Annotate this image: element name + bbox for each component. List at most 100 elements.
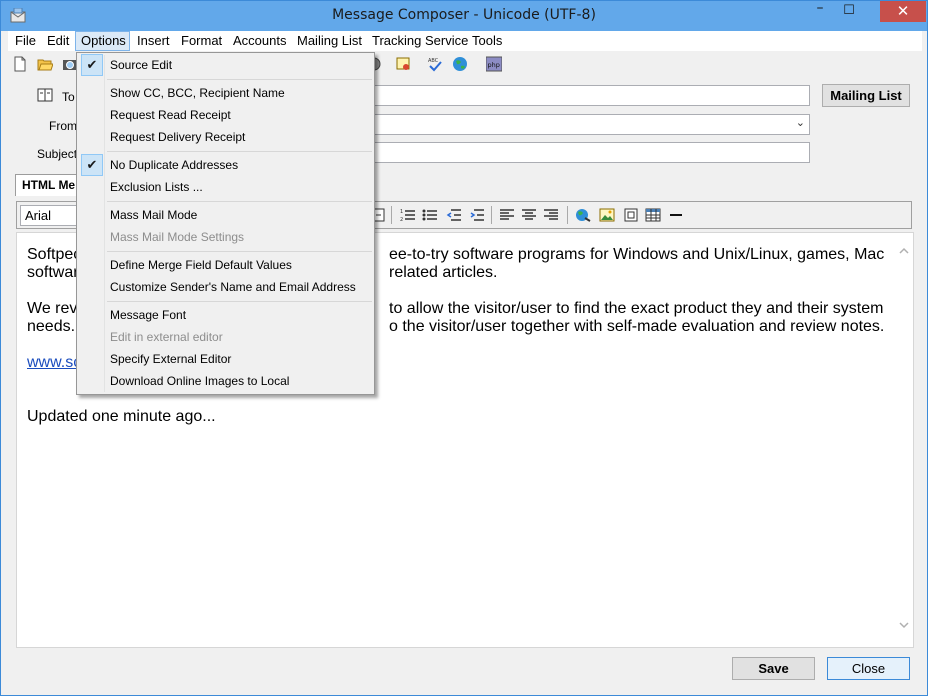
insert-image-icon[interactable] — [599, 208, 615, 222]
indent-icon[interactable] — [469, 208, 485, 222]
menu-item-request-read-receipt[interactable]: Request Read Receipt — [79, 104, 372, 126]
svg-text:php: php — [488, 61, 500, 69]
menu-item-source-edit[interactable]: ✔ Source Edit — [79, 54, 372, 76]
menu-item-label: Request Delivery Receipt — [110, 130, 246, 144]
menu-item-label: Mass Mail Mode — [110, 208, 198, 222]
menu-item-label: Customize Sender's Name and Email Addres… — [110, 280, 356, 294]
insert-object-icon[interactable] — [623, 208, 639, 222]
menu-format[interactable]: Format — [176, 31, 227, 51]
numbered-list-icon[interactable]: 12 — [400, 208, 416, 222]
menu-item-label: Edit in external editor — [110, 330, 223, 344]
menu-file[interactable]: File — [10, 31, 41, 51]
check-icon: ✔ — [81, 154, 103, 176]
insert-table-icon[interactable] — [645, 208, 661, 222]
menu-item-customize-sender[interactable]: Customize Sender's Name and Email Addres… — [79, 276, 372, 298]
menu-item-label: Message Font — [110, 308, 187, 322]
menu-item-define-merge-field[interactable]: Define Merge Field Default Values — [79, 254, 372, 276]
menu-item-label: Download Online Images to Local — [110, 374, 290, 388]
menu-tools[interactable]: Tools — [467, 31, 507, 51]
menu-separator — [107, 251, 372, 252]
new-document-icon[interactable] — [12, 56, 28, 72]
menu-item-request-delivery-receipt[interactable]: Request Delivery Receipt — [79, 126, 372, 148]
menu-item-mass-mail-mode-settings: Mass Mail Mode Settings — [79, 226, 372, 248]
menu-item-specify-external-editor[interactable]: Specify External Editor — [79, 348, 372, 370]
menu-accounts[interactable]: Accounts — [228, 31, 291, 51]
from-label: From — [49, 119, 77, 133]
bullet-list-icon[interactable] — [422, 208, 438, 222]
menu-item-show-cc-bcc[interactable]: Show CC, BCC, Recipient Name — [79, 82, 372, 104]
menu-tracking-service[interactable]: Tracking Service — [367, 31, 473, 51]
menu-separator — [107, 201, 372, 202]
address-book-icon[interactable] — [37, 88, 53, 102]
close-window-button[interactable]: ✕ — [880, 1, 926, 22]
menu-bar: File Edit Options Insert Format Accounts… — [8, 31, 922, 51]
scroll-up-icon[interactable] — [899, 247, 909, 255]
menu-item-message-font[interactable]: Message Font — [79, 304, 372, 326]
maximize-button[interactable]: ☐ — [837, 1, 861, 22]
menu-item-edit-external: Edit in external editor — [79, 326, 372, 348]
editor-link[interactable]: www.sc — [27, 354, 81, 372]
menu-item-mass-mail-mode[interactable]: Mass Mail Mode — [79, 204, 372, 226]
editor-text-line-1b: ee-to-try software programs for Windows … — [389, 246, 885, 263]
svg-text:2: 2 — [400, 217, 403, 222]
toolbar-separator — [391, 206, 392, 224]
menu-item-label: Specify External Editor — [110, 352, 232, 366]
menu-item-label: Source Edit — [110, 58, 173, 72]
editor-text-line-2a: softwar — [27, 264, 79, 281]
editor-text-line-2b: related articles. — [389, 264, 498, 281]
menu-item-label: Define Merge Field Default Values — [110, 258, 292, 272]
svg-text:ABC: ABC — [428, 58, 439, 64]
check-icon: ✔ — [81, 54, 103, 76]
menu-separator — [107, 79, 372, 80]
close-button[interactable]: Close — [827, 657, 910, 680]
spell-check-icon[interactable]: ABC — [427, 56, 443, 72]
toolbar-separator — [491, 206, 492, 224]
outdent-icon[interactable] — [446, 208, 462, 222]
from-select[interactable]: ⌄ — [371, 114, 810, 135]
align-left-icon[interactable] — [499, 208, 515, 222]
menu-separator — [107, 151, 372, 152]
menu-mailing-list[interactable]: Mailing List — [292, 31, 367, 51]
globe-icon[interactable] — [452, 56, 468, 72]
menu-item-label: Show CC, BCC, Recipient Name — [110, 86, 285, 100]
to-field[interactable] — [371, 85, 810, 106]
title-bar[interactable]: Message Composer - Unicode (UTF-8) – ☐ ✕ — [1, 1, 927, 31]
menu-item-label: Request Read Receipt — [110, 108, 231, 122]
subject-field[interactable] — [371, 142, 810, 163]
certificate-icon[interactable] — [395, 56, 411, 72]
toolbar-separator — [567, 206, 568, 224]
vertical-scrollbar[interactable] — [896, 233, 913, 647]
font-select[interactable]: Arial — [20, 205, 80, 226]
menu-separator — [107, 301, 372, 302]
scroll-down-icon[interactable] — [899, 621, 909, 629]
menu-item-exclusion-lists[interactable]: Exclusion Lists ... — [79, 176, 372, 198]
menu-options[interactable]: Options — [75, 31, 130, 51]
tab-html-message[interactable]: HTML Me — [15, 174, 81, 196]
editor-updated-text: Updated one minute ago... — [27, 408, 216, 425]
horizontal-rule-icon[interactable] — [668, 208, 684, 222]
editor-text-line-4b: o the visitor/user together with self-ma… — [389, 318, 885, 335]
insert-link-icon[interactable] — [575, 208, 591, 222]
chevron-down-icon: ⌄ — [795, 116, 805, 129]
menu-item-download-images[interactable]: Download Online Images to Local — [79, 370, 372, 392]
minimize-button[interactable]: – — [808, 1, 832, 22]
app-window: Message Composer - Unicode (UTF-8) – ☐ ✕… — [0, 0, 928, 696]
open-folder-icon[interactable] — [37, 56, 53, 72]
save-button[interactable]: Save — [732, 657, 815, 680]
window-title: Message Composer - Unicode (UTF-8) — [332, 7, 596, 23]
editor-text-line-3b: to allow the visitor/user to find the ex… — [389, 300, 884, 317]
subject-label: Subject — [37, 147, 78, 161]
mailing-list-button[interactable]: Mailing List — [822, 84, 910, 107]
svg-text:1: 1 — [400, 209, 403, 215]
menu-item-label: No Duplicate Addresses — [110, 158, 239, 172]
align-right-icon[interactable] — [543, 208, 559, 222]
menu-insert[interactable]: Insert — [132, 31, 175, 51]
php-icon[interactable]: php — [486, 56, 502, 72]
menu-item-label: Exclusion Lists ... — [110, 180, 203, 194]
menu-edit[interactable]: Edit — [42, 31, 74, 51]
align-center-icon[interactable] — [521, 208, 537, 222]
editor-text-line-3a: We revi — [27, 300, 81, 317]
to-label: To — [62, 90, 75, 104]
editor-text-line-4a: needs. — [27, 318, 76, 335]
menu-item-no-duplicate-addresses[interactable]: ✔ No Duplicate Addresses — [79, 154, 372, 176]
